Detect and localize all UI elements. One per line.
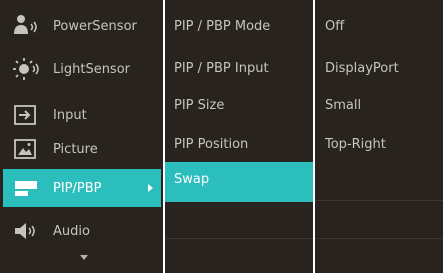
menu-item-label: Picture [53, 141, 98, 157]
submenu-item-label: PIP Size [174, 97, 225, 113]
menu-item-label: PIP/PBP [53, 180, 102, 196]
value-pip-pbp-mode: Off [315, 7, 443, 45]
power-sensor-icon [14, 15, 37, 34]
menu-item-pip-pbp[interactable]: PIP/PBP [3, 169, 161, 207]
picture-icon [14, 139, 36, 159]
osd-menu: PowerSensor LightSensor Input Picture PI… [0, 0, 443, 273]
submenu-item-label: PIP / PBP Mode [174, 18, 271, 34]
value-label: Off [325, 18, 345, 34]
submenu-item-swap[interactable]: Swap [165, 162, 313, 202]
value-pip-pbp-input: DisplayPort [315, 49, 443, 87]
light-sensor-icon [13, 58, 39, 80]
submenu-item-label: PIP / PBP Input [174, 60, 269, 76]
submenu-arrow-icon [148, 184, 153, 192]
value-label: Top-Right [325, 136, 386, 152]
value-label: DisplayPort [325, 60, 399, 76]
submenu-item-label: PIP Position [174, 136, 249, 152]
menu-item-label: LightSensor [53, 61, 131, 77]
submenu-item-pip-pbp-input[interactable]: PIP / PBP Input [165, 49, 313, 87]
value-label: Small [325, 97, 362, 113]
main-menu-panel: PowerSensor LightSensor Input Picture PI… [0, 0, 163, 273]
submenu-item-pip-position[interactable]: PIP Position [165, 125, 313, 163]
menu-item-label: Input [53, 107, 87, 123]
divider [315, 200, 443, 201]
menu-item-label: Audio [53, 223, 90, 239]
values-panel: Off DisplayPort Small Top-Right [315, 0, 443, 273]
menu-item-powersensor[interactable]: PowerSensor [0, 7, 163, 45]
value-pip-position: Top-Right [315, 125, 443, 163]
sub-menu-panel: PIP / PBP Mode PIP / PBP Input PIP Size … [165, 0, 313, 273]
value-pip-size: Small [315, 86, 443, 124]
input-icon [14, 105, 36, 125]
menu-item-picture[interactable]: Picture [0, 130, 163, 168]
submenu-item-pip-pbp-mode[interactable]: PIP / PBP Mode [165, 7, 313, 45]
menu-item-label: PowerSensor [53, 18, 137, 34]
menu-item-input[interactable]: Input [0, 96, 163, 134]
pip-pbp-icon [15, 181, 37, 196]
audio-icon [15, 223, 35, 239]
scroll-down-icon[interactable] [80, 255, 88, 260]
menu-item-lightsensor[interactable]: LightSensor [0, 50, 163, 88]
divider [165, 238, 313, 239]
divider [315, 238, 443, 239]
submenu-item-label: Swap [174, 172, 210, 187]
submenu-item-pip-size[interactable]: PIP Size [165, 86, 313, 124]
menu-item-audio[interactable]: Audio [0, 212, 163, 250]
